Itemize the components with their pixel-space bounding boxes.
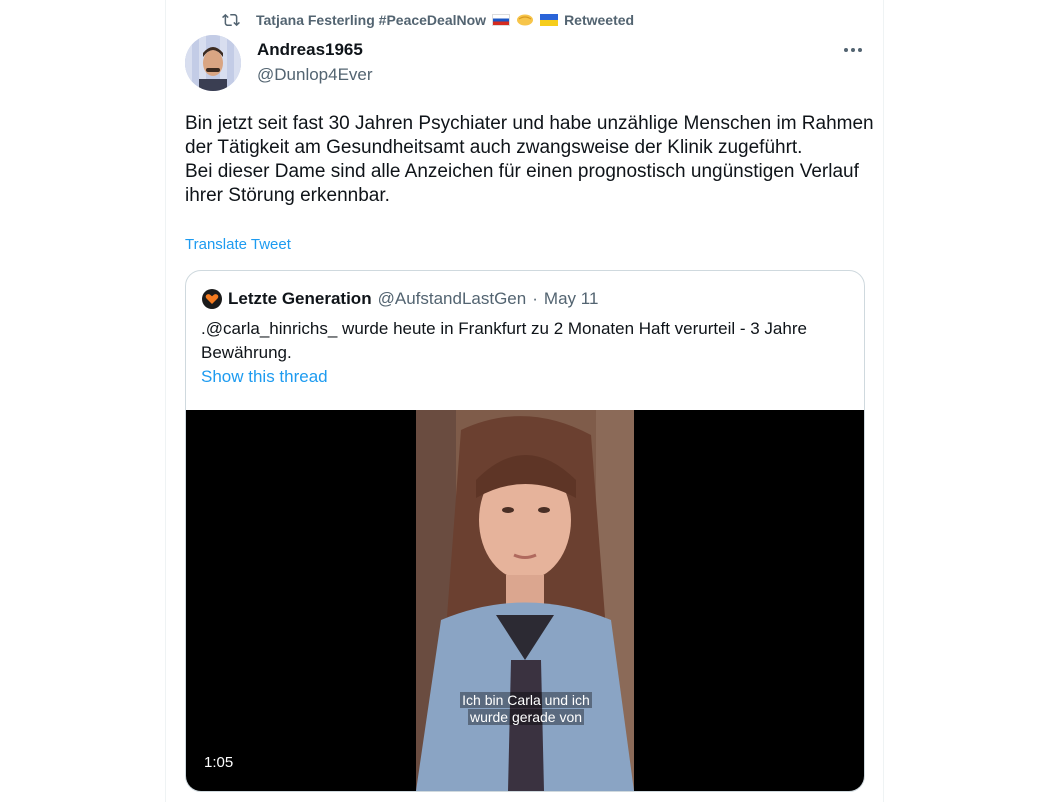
retweet-context[interactable]: Tatjana Festerling #PeaceDealNow Retweet… bbox=[222, 10, 634, 30]
avatar[interactable] bbox=[185, 35, 241, 91]
tweet-text: Bin jetzt seit fast 30 Jahren Psychiater… bbox=[185, 113, 874, 206]
heart-logo-icon bbox=[202, 289, 222, 309]
quoted-author-name[interactable]: Letzte Generation bbox=[228, 289, 372, 309]
subtitle-line-1: Ich bin Carla und ich bbox=[460, 692, 592, 708]
author-name[interactable]: Andreas1965 bbox=[257, 40, 363, 60]
video-duration: 1:05 bbox=[204, 754, 234, 771]
quoted-tweet-text: .@carla_hinrichs_ wurde heute in Frankfu… bbox=[201, 319, 807, 362]
retweeted-label: Retweeted bbox=[564, 12, 635, 28]
more-dot bbox=[858, 48, 862, 52]
separator-dot: · bbox=[532, 289, 538, 308]
translate-tweet-link[interactable]: Translate Tweet bbox=[185, 236, 291, 253]
more-dot bbox=[844, 48, 848, 52]
video-thumbnail-image bbox=[416, 410, 634, 791]
retweet-icon bbox=[222, 13, 240, 27]
russia-flag-icon bbox=[492, 14, 511, 26]
quoted-tweet-header: Letzte Generation @AufstandLastGen · May… bbox=[202, 288, 598, 310]
quoted-tweet-date[interactable]: May 11 bbox=[544, 289, 599, 309]
author-handle[interactable]: @Dunlop4Ever bbox=[257, 65, 373, 85]
handshake-icon bbox=[517, 14, 534, 26]
video-subtitle: Ich bin Carla und ich wurde gerade von bbox=[426, 692, 626, 726]
quoted-tweet[interactable]: Letzte Generation @AufstandLastGen · May… bbox=[185, 270, 865, 792]
more-icon[interactable] bbox=[838, 38, 868, 62]
subtitle-line-2: wurde gerade von bbox=[467, 709, 585, 725]
avatar-portrait-image bbox=[185, 35, 241, 91]
show-thread-link[interactable]: Show this thread bbox=[201, 367, 328, 387]
video-frame bbox=[416, 410, 634, 791]
quoted-author-handle[interactable]: @AufstandLastGen bbox=[378, 289, 527, 309]
retweeter-name[interactable]: Tatjana Festerling #PeaceDealNow bbox=[256, 12, 486, 28]
video-player[interactable]: Ich bin Carla und ich wurde gerade von 1… bbox=[186, 410, 864, 791]
more-dot bbox=[851, 48, 855, 52]
ukraine-flag-icon bbox=[540, 14, 559, 26]
